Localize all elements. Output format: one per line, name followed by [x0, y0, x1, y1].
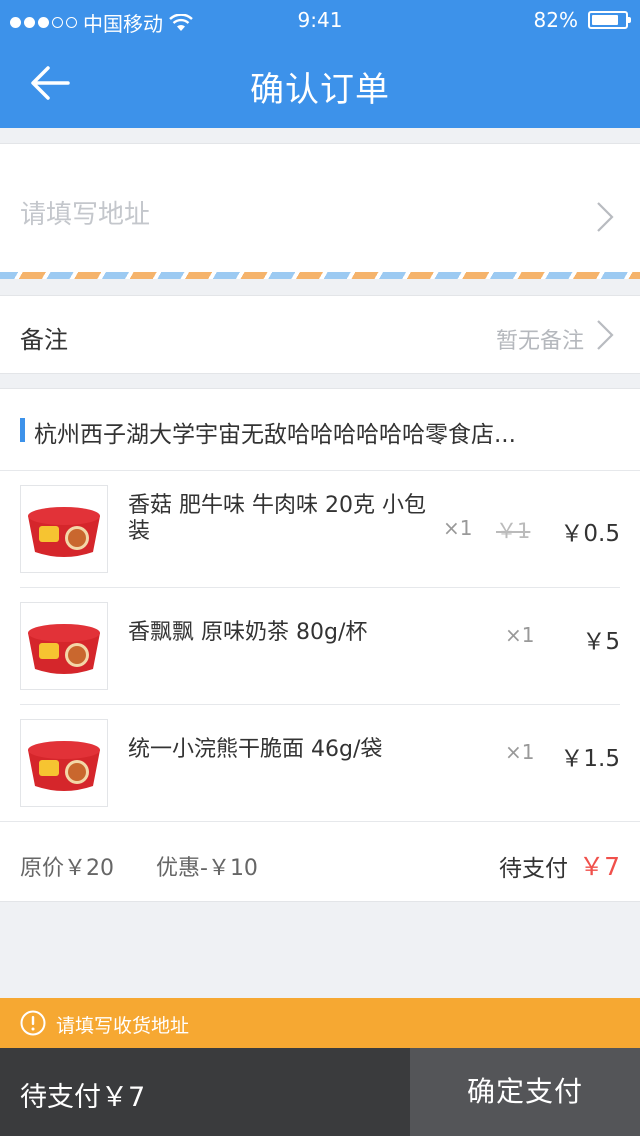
noodle-cup-icon: [28, 624, 100, 674]
page-title: 确认订单: [250, 70, 390, 110]
original-total: 原价￥20: [20, 856, 114, 881]
discount-total: 优惠-￥10: [156, 856, 258, 881]
item-name: 香飘飘 原味奶茶 80g/杯: [128, 620, 368, 645]
item-original-price: ￥1: [496, 519, 531, 543]
store-accent-bar: [20, 418, 25, 442]
remark-value: 暂无备注: [495, 329, 584, 354]
product-thumbnail: [20, 602, 108, 690]
exclamation-circle-icon: [20, 1010, 46, 1036]
store-header[interactable]: 杭州西子湖大学宇宙无敌哈哈哈哈哈哈零食店...: [0, 389, 640, 471]
item-price: ￥5: [582, 629, 620, 655]
item-quantity: ×1: [443, 516, 473, 540]
battery-fill: [592, 15, 619, 25]
checkout-amount: 待支付￥7: [20, 1082, 146, 1113]
remark-row[interactable]: 备注 暂无备注: [0, 295, 640, 374]
noodle-cup-icon: [28, 741, 100, 791]
chevron-right-icon: [597, 202, 614, 232]
order-card: 杭州西子湖大学宇宙无敌哈哈哈哈哈哈零食店... 香菇 肥牛味 牛肉味 20克 小…: [0, 388, 640, 902]
remark-label: 备注: [20, 326, 68, 354]
address-selector[interactable]: 请填写地址: [0, 143, 640, 279]
address-placeholder: 请填写地址: [20, 200, 151, 230]
product-thumbnail: [20, 485, 108, 573]
confirm-pay-button[interactable]: 确定支付: [410, 1048, 640, 1136]
order-item[interactable]: 统一小浣熊干脆面 46g/袋 ×1 ￥1.5: [0, 705, 640, 822]
store-name: 杭州西子湖大学宇宙无敌哈哈哈哈哈哈零食店...: [34, 422, 516, 448]
order-summary: 原价￥20 优惠-￥10 待支付 ￥7: [0, 821, 640, 903]
item-name: 香菇 肥牛味 牛肉味 20克 小包装: [128, 493, 426, 544]
item-quantity: ×1: [505, 623, 535, 647]
item-name: 统一小浣熊干脆面 46g/袋: [128, 737, 383, 762]
amount-due-label: 待支付: [499, 856, 568, 882]
order-item[interactable]: 香飘飘 原味奶茶 80g/杯 ×1 ￥5: [0, 588, 640, 705]
checkout-total: 待支付￥7: [0, 1048, 410, 1136]
order-item[interactable]: 香菇 肥牛味 牛肉味 20克 小包装 ×1 ￥1 ￥0.5: [0, 471, 640, 588]
item-quantity: ×1: [505, 740, 535, 764]
status-bar: 中国移动 9:41 82%: [0, 0, 640, 40]
item-price: ￥0.5: [560, 521, 620, 547]
address-warning-bar: 请填写收货地址: [0, 998, 640, 1048]
chevron-right-icon: [597, 320, 614, 350]
amount-due-value: ￥7: [579, 852, 620, 881]
checkout-bar: 待支付￥7 确定支付: [0, 1048, 640, 1136]
product-thumbnail: [20, 719, 108, 807]
battery-percent: 82%: [533, 8, 578, 32]
noodle-cup-icon: [28, 507, 100, 557]
nav-bar: 确认订单: [0, 40, 640, 128]
warning-text: 请填写收货地址: [56, 1015, 190, 1037]
battery-icon: [588, 11, 631, 29]
header: 中国移动 9:41 82% 确认订单: [0, 0, 640, 128]
status-right: 82%: [533, 8, 631, 32]
envelope-stripe: [0, 272, 640, 279]
item-price: ￥1.5: [560, 746, 620, 772]
